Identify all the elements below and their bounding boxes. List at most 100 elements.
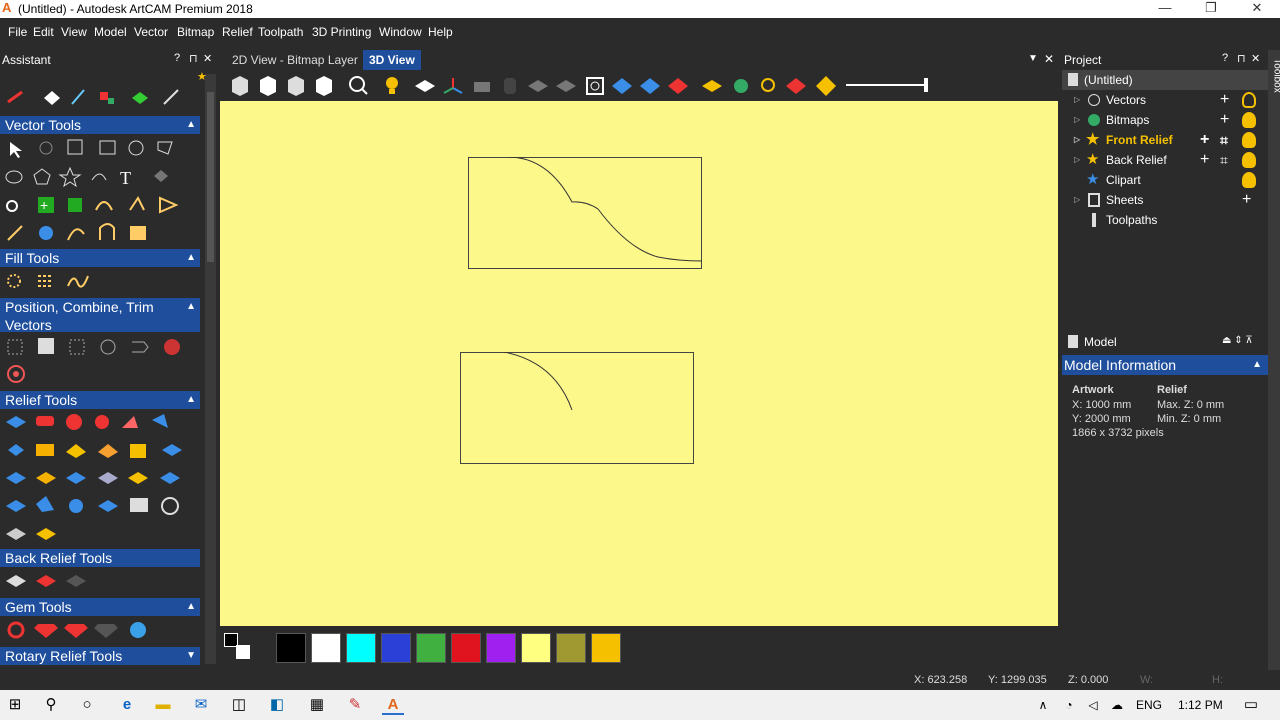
section-back-relief-tools[interactable]: Back Relief Tools [0, 549, 200, 567]
show-hidden-icons[interactable]: ∧ [1032, 695, 1054, 715]
tab-2d-view[interactable]: 2D View - Bitmap Layer [226, 50, 364, 70]
add-icon[interactable]: + [1220, 90, 1229, 110]
grid-add-icon[interactable]: ⌗ [1220, 130, 1228, 150]
menu-view[interactable]: View [61, 25, 87, 39]
expand-icon[interactable]: ▷ [1074, 150, 1080, 170]
section-relief-tools[interactable]: Relief Tools ▲ [0, 391, 200, 409]
tree-item-clipart[interactable]: ★ Clipart [1062, 170, 1268, 190]
menu-edit[interactable]: Edit [33, 25, 54, 39]
store-icon[interactable]: ◫ [228, 695, 250, 715]
model-tab[interactable]: Model [1084, 334, 1117, 350]
menu-vector[interactable]: Vector [134, 25, 168, 39]
tree-item-bitmaps[interactable]: ▷ Bitmaps + [1062, 110, 1268, 130]
menu-file[interactable]: File [8, 25, 27, 39]
wifi-icon[interactable]: ◔ [1058, 695, 1080, 715]
tree-item-back-relief[interactable]: ▷ ★ Back Relief + ⌗ [1062, 150, 1268, 170]
palette-swatch[interactable] [451, 633, 481, 663]
help-icon[interactable]: ? [174, 52, 180, 64]
tree-item-front-relief[interactable]: ▷ ★ Front Relief + ⌗ [1062, 130, 1268, 150]
visibility-bulb-icon[interactable] [1242, 172, 1256, 188]
panel-controls-icon[interactable]: ⏏ ⇕ ⊼ [1222, 335, 1253, 346]
expand-icon[interactable]: ▼ [186, 647, 196, 665]
mail-icon[interactable]: ✉ [190, 695, 212, 715]
palette-swatch[interactable] [311, 633, 341, 663]
menu-toolpath[interactable]: Toolpath [258, 25, 303, 39]
calculator-icon[interactable]: ▦ [306, 695, 328, 715]
add-icon[interactable]: + [1220, 110, 1229, 130]
menu-relief[interactable]: Relief [222, 25, 253, 39]
relief-tools-grid[interactable] [4, 410, 194, 544]
search-icon[interactable]: ⚲ [40, 695, 62, 715]
vector-curve-bottom[interactable] [460, 352, 694, 464]
visibility-bulb-icon[interactable] [1242, 132, 1256, 148]
tree-item-vectors[interactable]: ▷ Vectors + [1062, 90, 1268, 110]
expand-icon[interactable]: ▷ [1074, 110, 1080, 130]
visibility-bulb-icon[interactable] [1242, 112, 1256, 128]
pin-icon[interactable]: ⊓ [1237, 52, 1246, 65]
fill-tools-row[interactable] [4, 270, 104, 292]
toolbox-strip[interactable]: Toolbox [1268, 50, 1280, 670]
menu-window[interactable]: Window [379, 25, 422, 39]
menu-model[interactable]: Model [94, 25, 127, 39]
section-position-combine-trim[interactable]: Position, Combine, Trim Vectors ▲ [0, 298, 200, 333]
volume-icon[interactable]: ◁ [1082, 695, 1104, 715]
minimize-button[interactable]: — [1142, 0, 1188, 18]
menu-3d-printing[interactable]: 3D Printing [312, 25, 371, 39]
quick-tools-row[interactable] [4, 86, 184, 108]
expand-icon[interactable]: ▷ [1074, 190, 1080, 210]
tab-dropdown-icon[interactable]: ▼ [1028, 53, 1038, 64]
file-explorer-icon[interactable]: ▬ [152, 695, 174, 715]
section-rotary-relief-tools[interactable]: Rotary Relief Tools ▼ [0, 647, 200, 665]
add-icon[interactable]: + [1200, 130, 1209, 150]
scrollbar-thumb[interactable] [207, 92, 214, 262]
palette-swatch[interactable] [346, 633, 376, 663]
palette-swatch[interactable] [416, 633, 446, 663]
palette-swatch[interactable] [276, 633, 306, 663]
edge-browser-icon[interactable]: e [116, 695, 138, 715]
close-icon[interactable]: ✕ [1251, 52, 1260, 65]
palette-swatch[interactable] [556, 633, 586, 663]
gem-tools-row[interactable] [4, 618, 164, 642]
language-indicator[interactable]: ENG [1136, 698, 1162, 712]
back-relief-tools-row[interactable] [4, 569, 104, 591]
section-vector-tools[interactable]: Vector Tools ▲ [0, 116, 200, 134]
collapse-icon[interactable]: ▲ [186, 391, 196, 409]
menu-bitmap[interactable]: Bitmap [177, 25, 214, 39]
clock[interactable]: 1:12 PM [1178, 698, 1223, 712]
close-button[interactable]: ✕ [1234, 0, 1280, 18]
palette-swatch[interactable] [486, 633, 516, 663]
visibility-bulb-icon[interactable] [1242, 152, 1256, 168]
view-3d-toolbar[interactable] [222, 70, 1058, 100]
grid-add-icon[interactable]: ⌗ [1220, 150, 1228, 170]
help-icon[interactable]: ? [1222, 52, 1228, 64]
close-icon[interactable]: ✕ [203, 52, 212, 65]
tree-item-untitled[interactable]: (Untitled) [1062, 70, 1268, 90]
section-gem-tools[interactable]: Gem Tools ▲ [0, 598, 200, 616]
vector-tools-grid[interactable]: T + [4, 136, 200, 248]
tab-3d-view[interactable]: 3D View [363, 50, 421, 70]
tree-item-toolpaths[interactable]: Toolpaths [1062, 210, 1268, 230]
position-tools-grid[interactable] [4, 336, 194, 388]
restore-button[interactable]: ❐ [1188, 0, 1234, 18]
close-view-icon[interactable]: ✕ [1044, 52, 1054, 66]
artcam-taskbar-icon[interactable]: A [382, 695, 404, 715]
palette-swatch[interactable] [381, 633, 411, 663]
notifications-icon[interactable]: ▭ [1240, 695, 1262, 715]
assistant-scrollbar[interactable] [205, 74, 216, 664]
palette-swatch[interactable] [591, 633, 621, 663]
app-icon[interactable]: ◧ [266, 695, 288, 715]
onedrive-icon[interactable]: ☁ [1106, 695, 1128, 715]
palette-swatch[interactable] [521, 633, 551, 663]
add-icon[interactable]: + [1242, 190, 1251, 210]
paint-icon[interactable]: ✎ [344, 695, 366, 715]
3d-view-canvas[interactable] [220, 101, 1058, 626]
cortana-icon[interactable]: ○ [76, 695, 98, 715]
collapse-icon[interactable]: ▲ [1252, 355, 1262, 375]
expand-icon[interactable]: ▷ [1074, 130, 1080, 150]
collapse-icon[interactable]: ▲ [186, 598, 196, 616]
visibility-bulb-icon[interactable] [1242, 92, 1256, 108]
secondary-colour-swatch[interactable] [236, 645, 250, 659]
windows-start-icon[interactable]: ⊞ [4, 695, 26, 715]
collapse-icon[interactable]: ▲ [186, 298, 196, 316]
section-fill-tools[interactable]: Fill Tools ▲ [0, 249, 200, 267]
